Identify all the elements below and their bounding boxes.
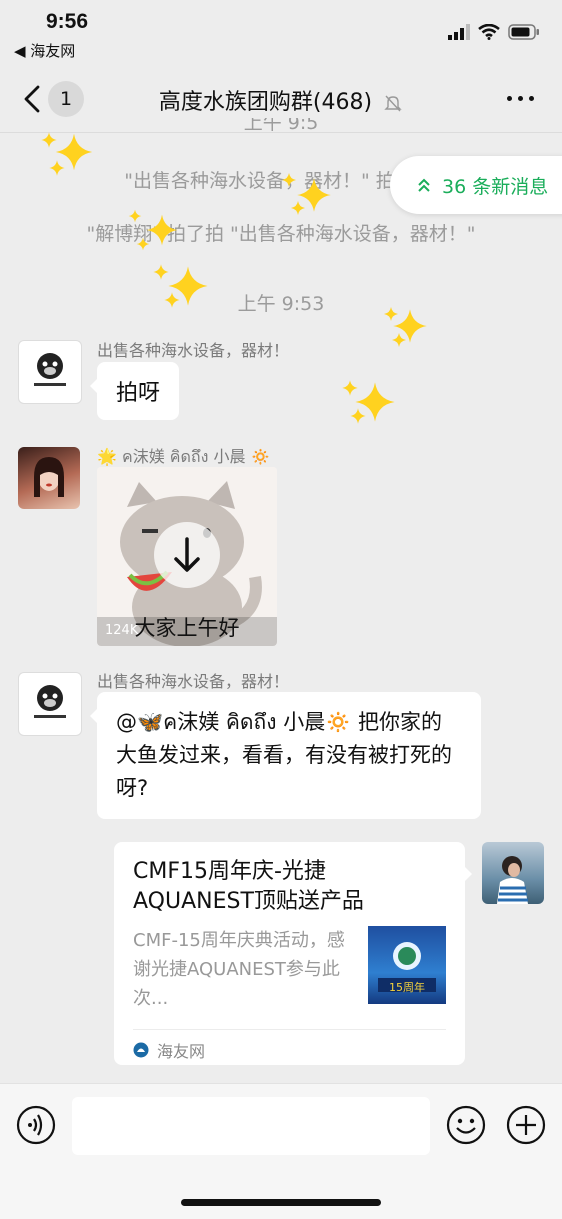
sticker-caption: 大家上午好 — [134, 616, 240, 640]
message-bubble-mention[interactable]: @🦋ค沫媄 คิดถึง 小晨🔅 把你家的大鱼发过来，看看，有没有被打死的呀? — [90, 692, 481, 819]
nav-divider — [0, 132, 562, 133]
avatar-member[interactable] — [18, 447, 80, 509]
message-bubble[interactable]: 拍呀 — [89, 362, 180, 420]
link-card-title: CMF15周年庆-光捷AQUANEST顶贴送产品 — [133, 859, 364, 914]
thumbnail-caption: 15周年 — [389, 981, 425, 994]
sticker-message[interactable]: 124K 大家上午好 — [97, 467, 277, 646]
voice-input-icon[interactable] — [16, 1105, 56, 1145]
chat-title: 高度水族团购群(468) — [0, 84, 562, 116]
pat-notice-2: "解博翔" 拍了拍 "出售各种海水设备，器材！" — [86, 223, 476, 245]
new-messages-label: 36 条新消息 — [442, 175, 549, 198]
mute-bell-icon — [384, 95, 402, 112]
more-options-icon[interactable] — [507, 96, 534, 101]
sender-name: 出售各种海水设备，器材！ — [97, 341, 290, 360]
link-card[interactable]: CMF15周年庆-光捷AQUANEST顶贴送产品 CMF-15周年庆典活动，感谢… — [114, 842, 472, 1065]
avatar-self[interactable] — [482, 842, 544, 904]
sender-name-3: 出售各种海水设备，器材！ — [97, 672, 290, 691]
wifi-icon — [478, 24, 500, 40]
chat-title-text: 高度水族团购群(468) — [158, 90, 373, 115]
star-emoji: 🌟 — [97, 447, 117, 466]
plus-icon[interactable] — [506, 1105, 546, 1145]
gorilla-logo-icon — [34, 353, 66, 386]
gorilla-logo-icon — [34, 685, 66, 718]
link-card-source: 海友网 — [133, 1038, 205, 1062]
link-card-description: CMF-15周年庆典活动，感谢光捷AQUANEST参与此次... — [133, 930, 345, 1009]
timestamp: 上午 9:53 — [237, 293, 325, 315]
avatar-seller-2[interactable] — [18, 672, 82, 736]
sparkle-icon — [342, 380, 395, 424]
status-icons — [448, 24, 540, 40]
link-card-source-name: 海友网 — [157, 1042, 206, 1061]
home-indicator[interactable] — [181, 1199, 381, 1206]
sun-emoji: 🔅 — [250, 447, 271, 466]
sender-name-2: 🌟 ค沫媄 คิดถึง 小晨 🔅 — [97, 443, 271, 470]
avatar-seller[interactable] — [18, 340, 82, 404]
link-card-thumbnail: 15周年 — [368, 926, 446, 1004]
back-to-app-link[interactable]: ◀ 海友网 — [14, 40, 75, 61]
status-time: 9:56 — [46, 10, 89, 33]
child-photo-icon — [497, 856, 528, 904]
signal-icon — [448, 24, 470, 40]
battery-icon — [508, 24, 539, 40]
card-divider — [133, 1029, 446, 1030]
timestamp-partial: 上午 9:5 — [243, 118, 319, 132]
sender-name-text: ค沫媄 คิดถึง 小晨 — [122, 447, 246, 466]
double-chevron-up-icon — [418, 178, 430, 192]
message-input[interactable] — [72, 1097, 430, 1155]
emoji-icon[interactable] — [446, 1105, 486, 1145]
person-portrait-icon — [34, 457, 64, 497]
new-messages-button[interactable]: 36 条新消息 — [390, 156, 562, 214]
source-logo-icon — [133, 1042, 149, 1058]
